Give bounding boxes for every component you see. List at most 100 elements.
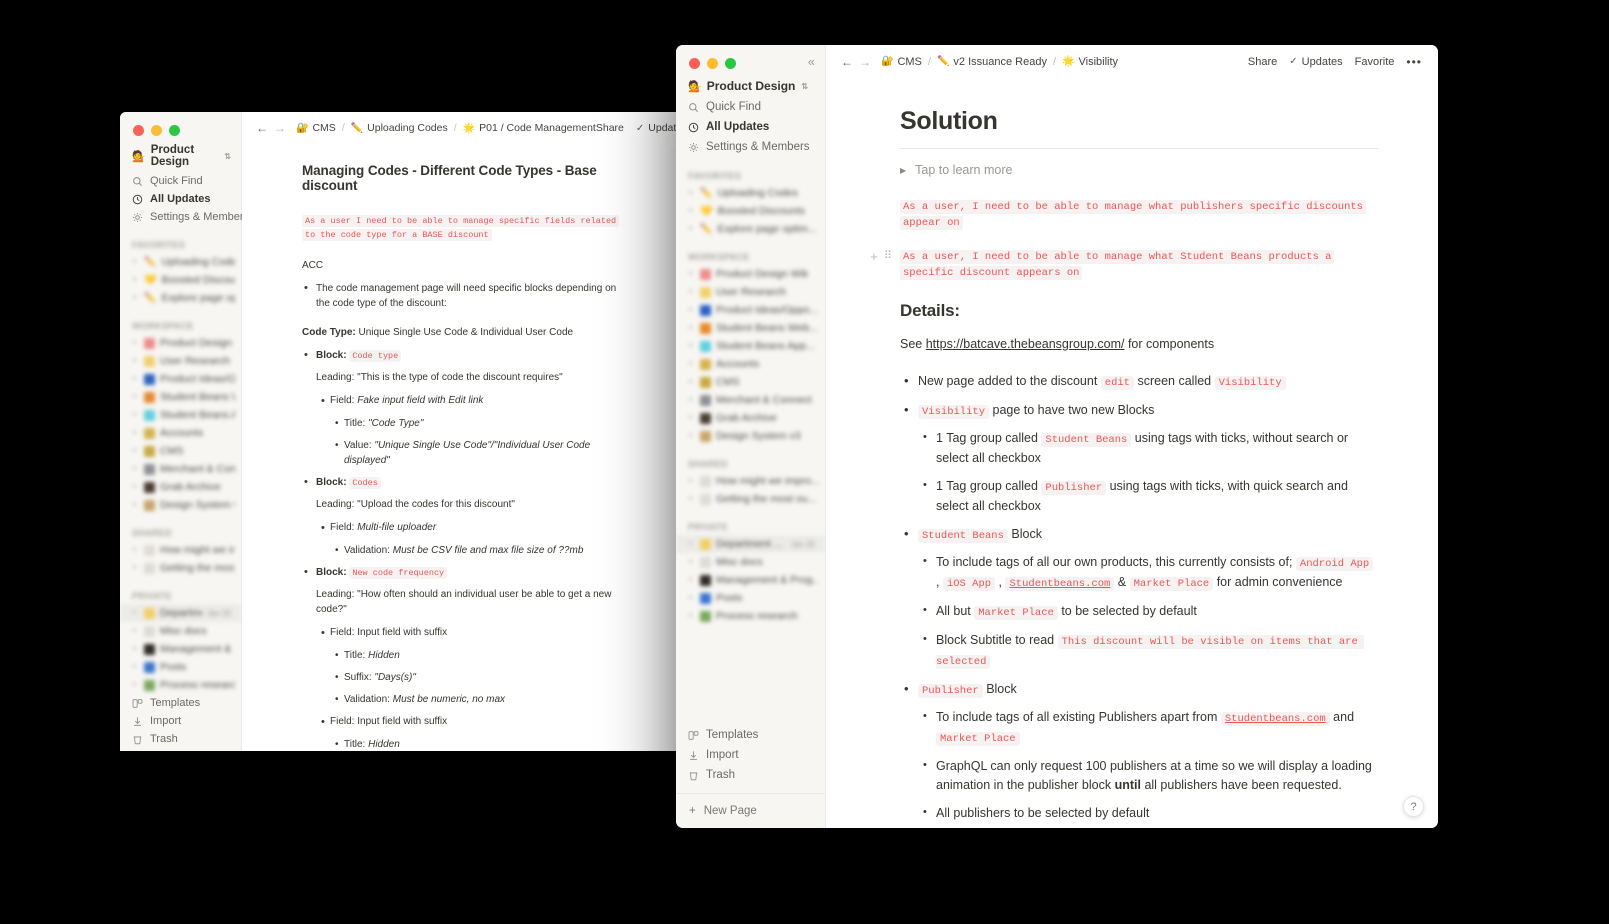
front-updates-button[interactable]: ✓ Updates [1289, 56, 1342, 68]
back-sidebar-item-quick-find[interactable]: Quick Find [120, 172, 241, 190]
sidebar-page-item[interactable]: ▸Design System v3 [120, 496, 241, 514]
sidebar-page-item[interactable]: ▸Accounts [676, 355, 825, 373]
chevron-right-icon[interactable]: ▸ [687, 477, 695, 485]
sidebar-page-item[interactable]: ▸Process research [676, 607, 825, 625]
sidebar-page-item[interactable]: ▸Product Ideas/Oppo... [120, 370, 241, 388]
sidebar-page-item[interactable]: ▸Department ...Jan 20 [676, 535, 825, 553]
front-sidebar-item-quick-find[interactable]: Quick Find [676, 97, 825, 117]
sidebar-page-item[interactable]: ▸Grab Archive [120, 478, 241, 496]
chevron-right-icon[interactable]: ▸ [687, 396, 695, 404]
sidebar-page-item[interactable]: ▸✏️Explore page optim... [676, 220, 825, 238]
collapse-sidebar-icon[interactable]: « [808, 55, 814, 68]
chevron-right-icon[interactable]: ▸ [687, 342, 695, 350]
front-share-button[interactable]: Share [1248, 56, 1277, 68]
chevron-right-icon[interactable]: ▸ [131, 258, 139, 266]
minimize-window-button[interactable] [151, 125, 162, 136]
chevron-right-icon[interactable]: ▸ [687, 576, 695, 584]
background-notion-window[interactable]: 💁 Product Design ⇅ Quick Find All Update… [120, 112, 680, 751]
chevron-right-icon[interactable]: ▸ [131, 411, 139, 419]
chevron-right-icon[interactable]: ▸ [687, 612, 695, 620]
back-sidebar-item-trash[interactable]: Trash [120, 730, 241, 748]
front-nav-back-button[interactable]: ← [838, 55, 856, 69]
sidebar-page-item[interactable]: ▸How might we impro... [120, 541, 241, 559]
front-breadcrumb-item-visibility[interactable]: 🌟 Visibility [1062, 56, 1118, 68]
chevron-right-icon[interactable]: ▸ [131, 465, 139, 473]
drag-handle-icon[interactable]: ⠿ [884, 252, 891, 263]
back-breadcrumb-item-cms[interactable]: 🔐 CMS [296, 122, 336, 134]
batcave-link[interactable]: https://batcave.thebeansgroup.com/ [926, 337, 1125, 351]
sidebar-page-item[interactable]: ▸Management & Prog... [676, 571, 825, 589]
sidebar-page-item[interactable]: ▸💛Boosted Discounts [120, 271, 241, 289]
sidebar-page-item[interactable]: ▸Posts [676, 589, 825, 607]
zoom-window-button[interactable] [169, 125, 180, 136]
chevron-right-icon[interactable]: ▸ [687, 288, 695, 296]
sidebar-page-item[interactable]: ▸Process research [120, 676, 241, 694]
back-nav-forward-button[interactable]: → [271, 121, 289, 135]
chevron-right-icon[interactable]: ▸ [687, 189, 695, 197]
chevron-right-icon[interactable]: ▸ [687, 414, 695, 422]
close-window-button[interactable] [689, 58, 700, 69]
sidebar-page-item[interactable]: ▸✏️Uploading Codes [120, 253, 241, 271]
chevron-right-icon[interactable]: ▸ [131, 294, 139, 302]
sidebar-page-item[interactable]: ▸Product Design Wik [676, 265, 825, 283]
chevron-right-icon[interactable]: ▸ [131, 663, 139, 671]
chevron-right-icon[interactable]: ▸ [687, 540, 695, 548]
front-nav-forward-button[interactable]: → [856, 55, 874, 69]
close-window-button[interactable] [133, 125, 144, 136]
chevron-right-icon[interactable]: ▸ [687, 360, 695, 368]
sidebar-page-item[interactable]: ▸Product Ideas/Oppo... [676, 301, 825, 319]
chevron-right-icon[interactable]: ▸ [131, 447, 139, 455]
sidebar-page-item[interactable]: ▸How might we impro... [676, 472, 825, 490]
back-share-button[interactable]: Share [596, 122, 624, 134]
sidebar-page-item[interactable]: ▸✏️Explore page optim... [120, 289, 241, 307]
toggle-block-tap-to-learn-more[interactable]: ▶ Tap to learn more [900, 163, 1378, 177]
help-button[interactable]: ? [1403, 796, 1424, 817]
sidebar-page-item[interactable]: ▸Misc docs [120, 622, 241, 640]
sidebar-page-item[interactable]: ▸Management & Prog... [120, 640, 241, 658]
chevron-right-icon[interactable]: ▸ [131, 276, 139, 284]
sidebar-page-item[interactable]: ▸Design System v3 [676, 427, 825, 445]
back-sidebar-item-templates[interactable]: Templates [120, 694, 241, 712]
chevron-right-icon[interactable]: ▸ [131, 483, 139, 491]
chevron-right-icon[interactable]: ▸ [131, 627, 139, 635]
sidebar-page-item[interactable]: ▸Student Beans Web... [120, 388, 241, 406]
chevron-right-icon[interactable]: ▸ [687, 495, 695, 503]
chevron-right-icon[interactable]: ▸ [131, 429, 139, 437]
front-workspace-switcher[interactable]: 💁 Product Design ⇅ [676, 69, 825, 97]
front-new-page-button[interactable]: + New Page [676, 793, 825, 828]
back-updates-button[interactable]: ✓ Updates [636, 122, 680, 134]
chevron-right-icon[interactable]: ▸ [687, 378, 695, 386]
chevron-right-icon[interactable]: ▸ [131, 375, 139, 383]
chevron-right-icon[interactable]: ▸ [687, 207, 695, 215]
front-breadcrumb-item-cms[interactable]: 🔐 CMS [881, 56, 922, 68]
add-block-icon[interactable]: + [870, 251, 878, 264]
sidebar-page-item[interactable]: ▸Merchant & Connect [120, 460, 241, 478]
chevron-right-icon[interactable]: ▸ [131, 609, 139, 617]
sidebar-page-item[interactable]: ▸Accounts [120, 424, 241, 442]
sidebar-page-item[interactable]: ▸Student Beans App... [676, 337, 825, 355]
chevron-right-icon[interactable]: ▸ [687, 432, 695, 440]
sidebar-page-item[interactable]: ▸Misc docs [676, 553, 825, 571]
minimize-window-button[interactable] [707, 58, 718, 69]
chevron-right-icon[interactable]: ▸ [131, 645, 139, 653]
front-favorite-button[interactable]: Favorite [1355, 56, 1395, 68]
sidebar-page-item[interactable]: ▸Department ...Jan 20 [120, 604, 241, 622]
chevron-right-icon[interactable]: ▸ [687, 558, 695, 566]
back-sidebar-item-all-updates[interactable]: All Updates [120, 190, 241, 208]
front-sidebar-item-settings-members[interactable]: Settings & Members [676, 137, 825, 157]
sidebar-page-item[interactable]: ▸Posts [120, 658, 241, 676]
sidebar-page-item[interactable]: ▸Grab Archive [676, 409, 825, 427]
chevron-right-icon[interactable]: ▸ [687, 594, 695, 602]
chevron-right-icon[interactable]: ▸ [131, 357, 139, 365]
chevron-right-icon[interactable]: ▸ [131, 393, 139, 401]
sidebar-page-item[interactable]: ▸Student Beans Web... [676, 319, 825, 337]
sidebar-page-item[interactable]: ▸User Research [120, 352, 241, 370]
sidebar-page-item[interactable]: ▸CMS [120, 442, 241, 460]
chevron-right-icon[interactable]: ▸ [687, 324, 695, 332]
back-breadcrumb-item-p01[interactable]: 🌟 P01 / Code Management [463, 122, 596, 134]
sidebar-page-item[interactable]: ▸💛Boosted Discounts [676, 202, 825, 220]
sidebar-page-item[interactable]: ▸User Research [676, 283, 825, 301]
chevron-right-icon[interactable]: ▸ [131, 564, 139, 572]
front-sidebar-item-import[interactable]: Import [676, 745, 825, 765]
front-breadcrumb-item-v2-issuance-ready[interactable]: ✏️ v2 Issuance Ready [937, 56, 1047, 68]
